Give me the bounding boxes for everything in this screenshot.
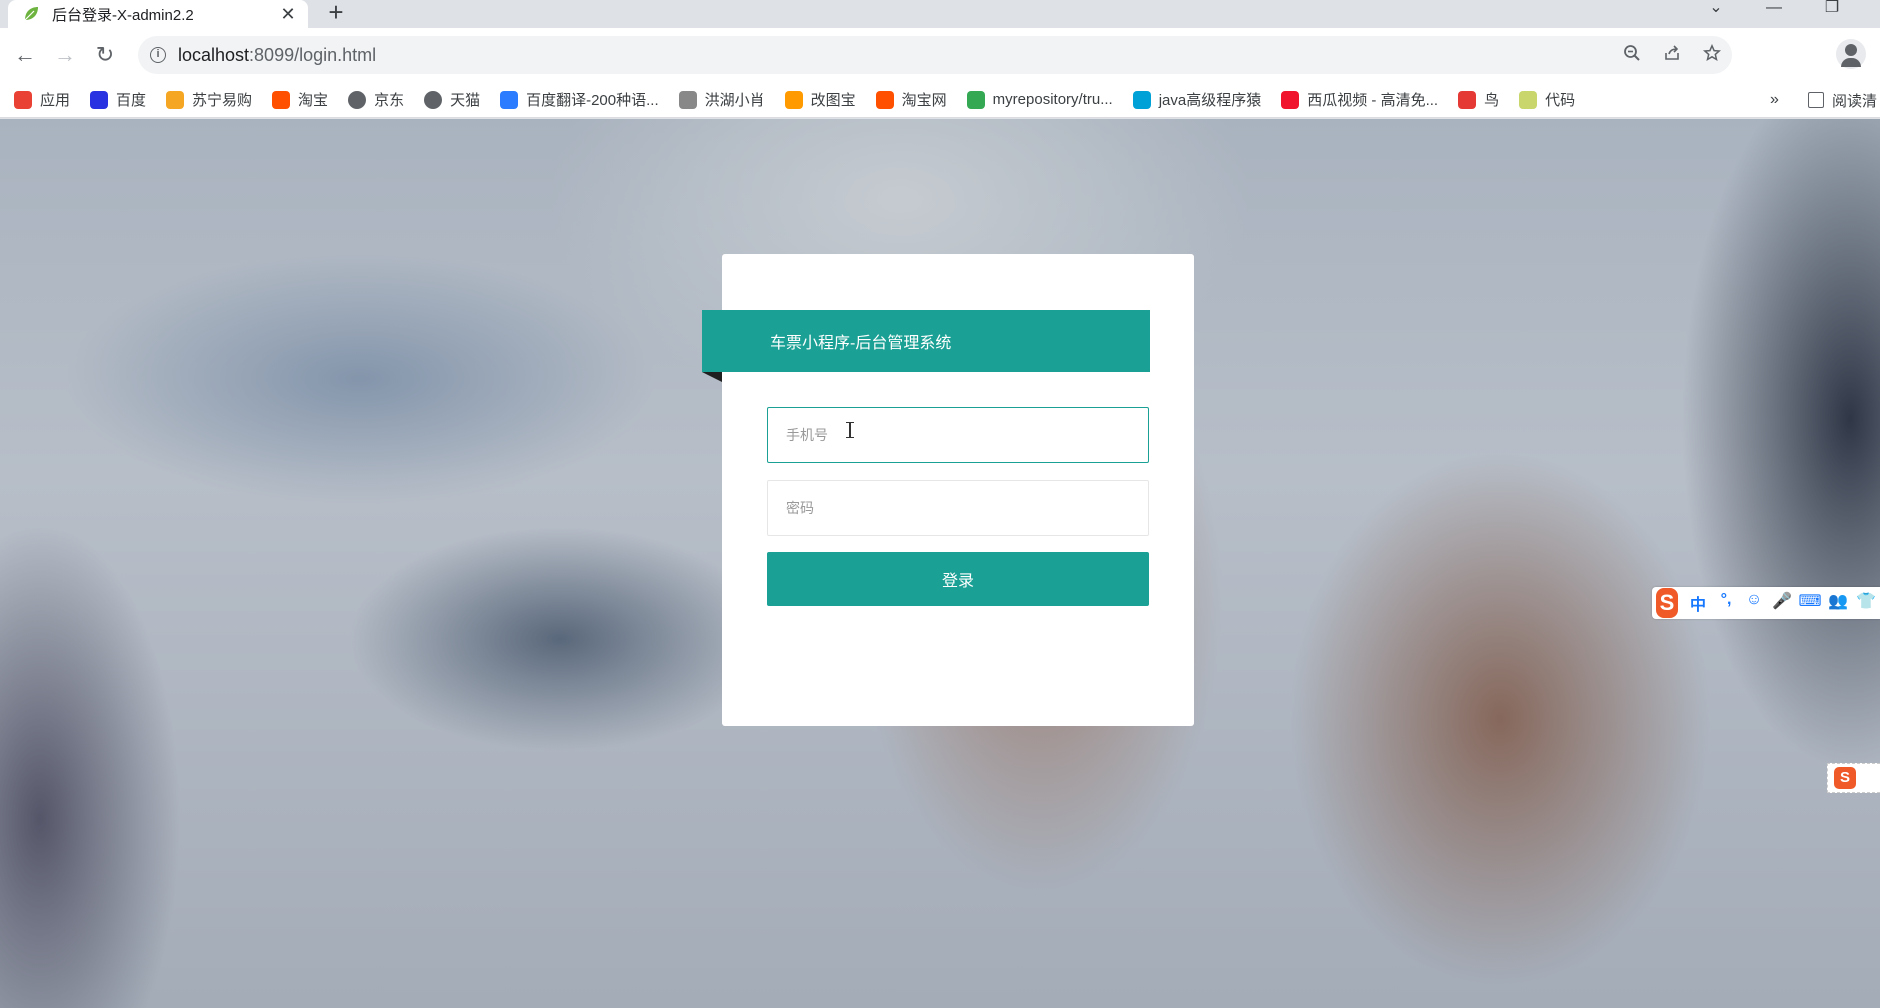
ime-voice-icon[interactable]: 🎤 [1768, 591, 1796, 615]
ribbon-fold [702, 372, 722, 382]
password-input[interactable] [767, 480, 1149, 536]
bookmark-label: 淘宝 [298, 92, 329, 109]
bookmark-label: 淘宝网 [901, 92, 947, 109]
chrome-icon [966, 90, 985, 109]
leaf-favicon-icon [22, 5, 40, 23]
phone-input[interactable] [767, 407, 1149, 463]
taobao-icon [272, 90, 291, 109]
bookmark-label: myrepository/tru... [992, 91, 1113, 108]
taobao-icon [875, 90, 894, 109]
bookmark-item[interactable]: 洪湖小肖 [678, 89, 765, 110]
reading-list-icon [1808, 92, 1824, 108]
bookmark-label: 百度翻译-200种语... [526, 92, 659, 109]
browser-tab[interactable]: 后台登录-X-admin2.2 ✕ [8, 0, 308, 28]
bookmark-label: 鸟 [1484, 92, 1500, 109]
bookmark-item[interactable]: 鸟 [1458, 89, 1499, 110]
reading-list-label: 阅读清 [1832, 92, 1878, 110]
bookmark-label: java高级程序猿 [1158, 92, 1262, 109]
back-button[interactable]: ← [12, 42, 38, 68]
browser-toolbar: ← → ↻ i localhost:8099/login.html [0, 28, 1880, 82]
bookmark-item[interactable]: 百度翻译-200种语... [500, 89, 659, 110]
ime-chinese-mode-icon[interactable]: 中 [1684, 591, 1712, 615]
tab-close-icon[interactable]: ✕ [278, 4, 298, 25]
reload-button[interactable]: ↻ [92, 42, 118, 68]
new-tab-button[interactable]: + [322, 0, 350, 26]
login-title: 车票小程序-后台管理系统 [770, 335, 952, 352]
bookmark-label: 百度 [116, 92, 147, 109]
bookmark-item[interactable]: 代码 [1519, 89, 1575, 110]
bookmark-label: 天猫 [450, 92, 481, 109]
bookmark-item[interactable]: 应用 [14, 89, 70, 110]
url-rest: :8099/login.html [249, 44, 377, 65]
bookmarks-overflow-button[interactable]: » [1770, 82, 1779, 117]
apps-grid-icon [14, 90, 32, 109]
tab-title: 后台登录-X-admin2.2 [52, 6, 194, 24]
bookmarks-bar: 应用 百度 苏宁易购 淘宝 京东 天猫 百度翻译-200种语... 洪湖小肖 改图宝 淘宝网 myr… [0, 82, 1880, 118]
address-bar[interactable]: i localhost:8099/login.html [138, 36, 1732, 74]
forward-button[interactable]: → [52, 42, 78, 68]
ime-punctuation-icon[interactable]: °, [1712, 591, 1740, 615]
ime-mini-toolbar[interactable]: S [1827, 763, 1880, 793]
restore-button[interactable]: ❐ [1814, 0, 1850, 20]
bilibili-icon [1132, 90, 1151, 109]
url-host: localhost [178, 44, 250, 65]
bookmark-item[interactable]: myrepository/tru... [966, 90, 1113, 109]
bird-red-icon [1458, 90, 1477, 109]
baidu-paw-icon [90, 90, 109, 109]
bookmark-label: 改图宝 [810, 92, 856, 109]
reading-list-button[interactable]: 阅读清 [1808, 82, 1878, 117]
ime-user-icon[interactable]: 👥 [1824, 591, 1852, 615]
bookmark-label: 京东 [374, 92, 405, 109]
ime-keyboard-icon[interactable]: ⌨ [1796, 591, 1824, 615]
profile-avatar-icon[interactable] [1836, 39, 1866, 69]
share-icon[interactable] [1652, 44, 1692, 67]
ime-emoji-icon[interactable]: ☺ [1740, 591, 1768, 615]
minimize-button[interactable]: — [1756, 0, 1792, 20]
bookmark-label: 洪湖小肖 [704, 92, 765, 109]
url-text: localhost:8099/login.html [178, 45, 376, 66]
gaitubao-icon [784, 90, 803, 109]
xigua-icon [1281, 90, 1300, 109]
bird-icon [678, 90, 697, 109]
zoom-icon[interactable] [1612, 44, 1652, 67]
login-button[interactable]: 登录 [767, 552, 1149, 606]
ime-toolbar: S 中 °, ☺ 🎤 ⌨ 👥 👕 [1652, 587, 1880, 619]
bookmark-item[interactable]: 天猫 [424, 89, 480, 110]
bookmark-item[interactable]: java高级程序猿 [1132, 89, 1262, 110]
text-cursor-icon [846, 422, 854, 438]
tab-search-chevron-icon[interactable]: ⌄ [1698, 0, 1734, 20]
bookmark-item[interactable]: 西瓜视频 - 高清免... [1281, 89, 1438, 110]
bookmark-item[interactable]: 京东 [348, 89, 404, 110]
bookmark-label: 苏宁易购 [192, 92, 253, 109]
translate-icon [500, 90, 519, 109]
bookmark-item[interactable]: 苏宁易购 [166, 89, 252, 110]
bookmark-label: 应用 [40, 92, 71, 109]
globe-icon [348, 90, 367, 109]
bookmark-label: 代码 [1545, 92, 1576, 109]
leaf-icon [1519, 90, 1538, 109]
tab-strip: 后台登录-X-admin2.2 ✕ + ⌄ — ❐ [0, 0, 1880, 28]
login-title-ribbon: 车票小程序-后台管理系统 [702, 310, 1150, 372]
bookmark-item[interactable]: 百度 [90, 89, 146, 110]
bookmark-item[interactable]: 淘宝网 [875, 89, 947, 110]
site-info-icon[interactable]: i [150, 47, 166, 63]
sogou-mini-logo-icon[interactable]: S [1834, 767, 1856, 789]
ime-skin-icon[interactable]: 👕 [1852, 591, 1880, 615]
page-background: 车票小程序-后台管理系统 登录 S 中°,☺🎤⌨👥👕 S [0, 119, 1880, 1008]
bookmark-label: 西瓜视频 - 高清免... [1307, 92, 1439, 109]
suning-lion-icon [166, 90, 185, 109]
bookmark-item[interactable]: 改图宝 [784, 89, 856, 110]
bookmark-item[interactable]: 淘宝 [272, 89, 328, 110]
login-card: 车票小程序-后台管理系统 登录 [702, 254, 1194, 726]
star-icon[interactable] [1692, 43, 1732, 67]
globe-icon [424, 90, 443, 109]
sogou-logo-icon[interactable]: S [1656, 588, 1678, 618]
